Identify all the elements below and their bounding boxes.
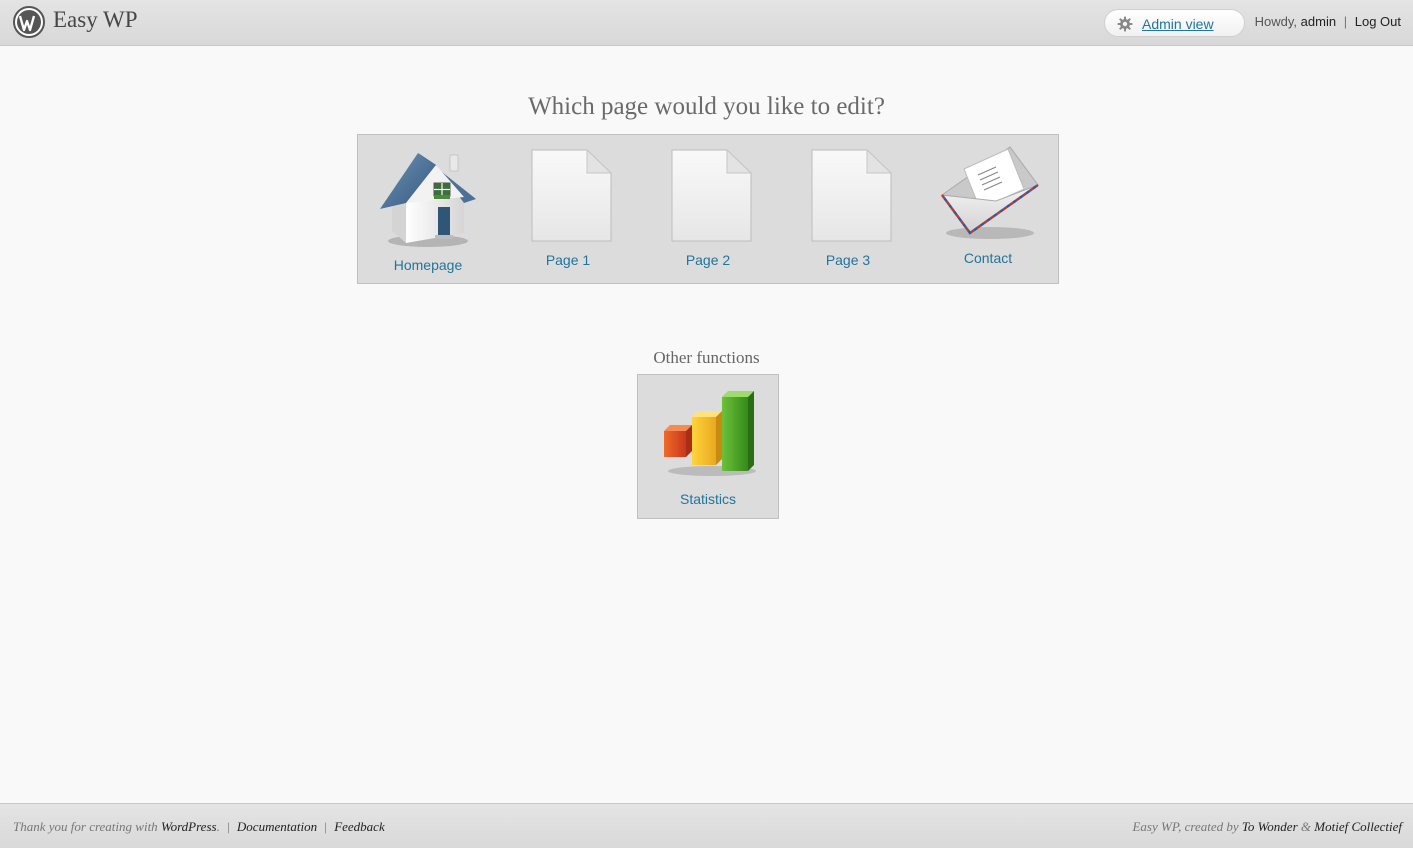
gear-icon [1117,16,1133,32]
footer-credits: Easy WP, created by To Wonder & Motief C… [1132,819,1402,835]
pages-panel: Homepage Page 1 Page 2 Page 3 Contact [357,134,1059,284]
username-link[interactable]: admin [1301,14,1336,29]
page-tile-page-3[interactable]: Page 3 [778,135,918,283]
credit-ampersand: & [1300,819,1312,834]
page-tile-label: Homepage [393,257,463,273]
howdy-text: Howdy, [1254,14,1298,29]
motief-collectief-link[interactable]: Motief Collectief [1314,819,1402,834]
wordpress-logo-icon[interactable] [13,6,45,38]
top-bar: Easy WP Admin view Howdy, admin | Log Ou… [0,0,1413,46]
page-heading: Which page would you like to edit? [528,93,885,120]
page-tile-label: Contact [963,250,1013,266]
to-wonder-link[interactable]: To Wonder [1242,819,1298,834]
footer: Thank you for creating with WordPress. |… [0,803,1413,848]
footer-left: Thank you for creating with WordPress. |… [13,819,385,835]
page-tile-label: Page 3 [825,252,871,268]
admin-view-link[interactable]: Admin view [1142,16,1214,32]
page-tile-label: Page 1 [545,252,591,268]
credit-prefix: Easy WP, created by [1132,819,1239,834]
header-separator: | [1343,14,1348,29]
wordpress-link[interactable]: WordPress [161,819,217,834]
admin-view-button[interactable]: Admin view [1104,9,1245,37]
other-functions-heading: Other functions [653,348,760,367]
footer-separator: | [227,819,230,834]
statistics-tile[interactable]: Statistics [637,374,779,519]
blank-page-icon [671,149,753,242]
documentation-link[interactable]: Documentation [237,819,317,834]
page-tile-page-1[interactable]: Page 1 [498,135,638,283]
page-tile-contact[interactable]: Contact [918,135,1058,283]
page-tile-homepage[interactable]: Homepage [358,135,498,283]
feedback-link[interactable]: Feedback [334,819,385,834]
logout-link[interactable]: Log Out [1355,14,1401,29]
blank-page-icon [811,149,893,242]
blank-page-icon [531,149,613,242]
site-title[interactable]: Easy WP [53,7,138,33]
page-tile-label: Page 2 [685,252,731,268]
footer-thanks-text: Thank you for creating with [13,819,158,834]
bar-chart-icon [664,391,756,476]
footer-separator: | [324,819,327,834]
statistics-label: Statistics [679,491,736,507]
user-info: Howdy, admin | Log Out [1255,14,1401,29]
page-tile-page-2[interactable]: Page 2 [638,135,778,283]
envelope-icon [940,146,1039,239]
house-icon [380,153,476,247]
footer-period: . [216,819,220,834]
